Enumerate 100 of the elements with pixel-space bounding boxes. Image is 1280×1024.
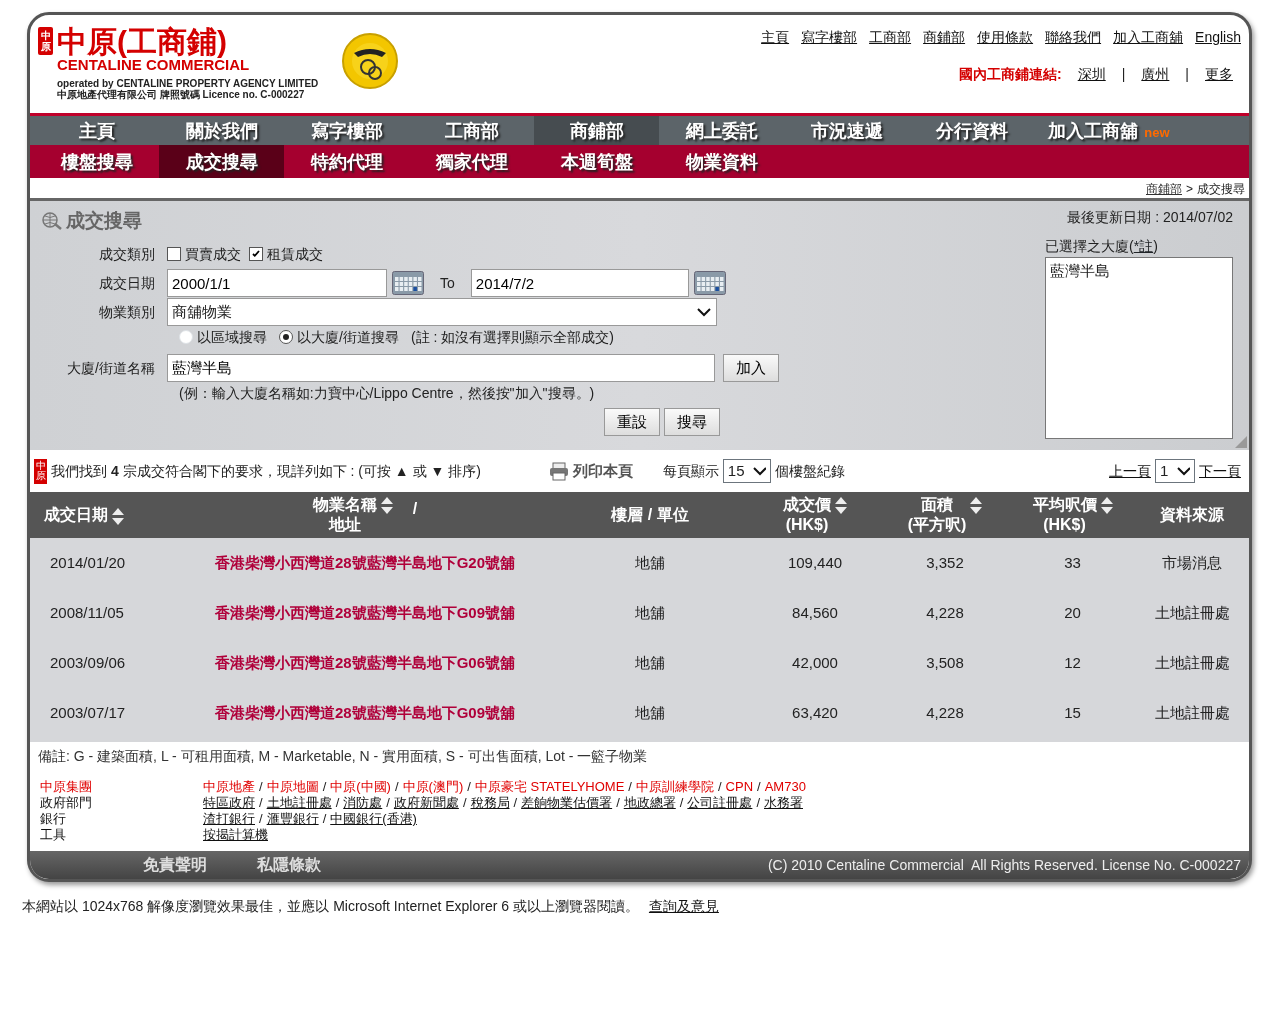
separator-text: / <box>467 779 471 795</box>
table-cell-text: 3,352 <box>925 552 965 573</box>
nav-tab[interactable]: 寫字樓部 <box>284 116 409 145</box>
separator-text: | <box>1185 65 1189 84</box>
separator-text: / <box>513 795 518 811</box>
mainland-link[interactable]: 更多 <box>1205 64 1233 85</box>
feedback-link[interactable]: 查詢及意見 <box>648 898 719 914</box>
search-button[interactable]: 搜尋 <box>664 407 720 436</box>
sort-icon[interactable] <box>970 497 983 514</box>
footer-link[interactable]: 滙豐銀行 <box>266 811 319 827</box>
subnav-tab[interactable]: 特約代理 <box>284 145 409 178</box>
footer-link[interactable]: 差餉物業估價署 <box>521 795 613 811</box>
nav-tab[interactable]: 商鋪部 <box>534 116 659 145</box>
chevron-down-icon <box>696 307 712 317</box>
sort-icon[interactable] <box>1100 497 1113 514</box>
footer-link[interactable]: 政府新聞處 <box>393 795 459 811</box>
prev-page-link[interactable]: 上一頁 <box>1109 460 1151 482</box>
footer-link[interactable]: 中國銀行(香港) <box>330 811 417 827</box>
top-link[interactable]: 加入工商舖 <box>1113 29 1184 45</box>
nav-tab[interactable]: 加入工商舖 new <box>1034 116 1184 145</box>
property-link[interactable]: 香港柴灣小西灣道28號藍灣半島地下G09號舖 <box>180 701 550 725</box>
radio-button[interactable] <box>279 330 293 344</box>
note-link[interactable]: *註 <box>1133 236 1154 257</box>
subnav-tab[interactable]: 樓盤搜尋 <box>34 145 159 178</box>
subnav-tab[interactable]: 獨家代理 <box>409 145 534 178</box>
footer-link[interactable]: 消防處 <box>343 795 383 811</box>
nav-tab[interactable]: 網上委託 <box>659 116 784 145</box>
sort-icon[interactable] <box>112 507 124 525</box>
separator-text: / <box>259 811 263 827</box>
column-header: 物業名稱 <box>312 497 377 513</box>
footer-link[interactable]: CPN <box>725 779 754 795</box>
selected-buildings-list[interactable]: 藍灣半島 <box>1045 257 1233 439</box>
page-select[interactable]: 1 <box>1155 458 1195 484</box>
breadcrumb-link[interactable]: 商鋪部 <box>1146 182 1182 196</box>
checkbox[interactable] <box>249 247 263 261</box>
footer-link[interactable]: 中原訓練學院 <box>636 779 714 795</box>
per-page-select[interactable]: 15 <box>722 458 771 484</box>
property-link[interactable]: 香港柴灣小西灣道28號藍灣半島地下G09號舖 <box>180 601 550 625</box>
column-header: 平均呎價 <box>1032 497 1097 513</box>
top-link[interactable]: 寫字樓部 <box>801 29 858 45</box>
table-cell-text: 地舖 <box>634 602 666 623</box>
sort-icon[interactable] <box>835 497 847 514</box>
calendar-icon[interactable] <box>392 271 424 295</box>
footer-bar-link[interactable]: 私隱條款 <box>257 853 321 877</box>
top-link[interactable]: 聯絡我們 <box>1045 29 1102 45</box>
subnav-tab[interactable]: 成交搜尋 <box>159 145 284 178</box>
footer-link[interactable]: 水務署 <box>764 795 803 811</box>
separator-text: / <box>259 779 263 795</box>
mainland-link[interactable]: 深圳 <box>1077 64 1106 85</box>
checkbox[interactable] <box>167 247 181 261</box>
footer-link[interactable]: 公司註冊處 <box>687 795 753 811</box>
property-link[interactable]: 香港柴灣小西灣道28號藍灣半島地下G06號舖 <box>180 651 550 675</box>
table-cell-text: 地舖 <box>634 552 666 573</box>
property-type-select[interactable]: 商舖物業 <box>167 298 717 326</box>
footer-bar-link[interactable]: 免責聲明 <box>143 853 207 877</box>
footer-link[interactable]: 稅務局 <box>470 795 510 811</box>
nav-tab[interactable]: 市況速遞 <box>784 116 909 145</box>
reset-button[interactable]: 重設 <box>604 407 660 436</box>
date-field[interactable]: 2014/7/2 <box>470 269 689 297</box>
resize-grip-icon[interactable] <box>1235 436 1247 448</box>
sort-icon[interactable] <box>380 497 393 514</box>
calendar-icon[interactable] <box>693 271 726 295</box>
checkbox-label: 租賃成交 <box>267 244 323 264</box>
building-field[interactable]: 藍灣半島 <box>167 354 715 382</box>
subnav-tab[interactable]: 物業資料 <box>659 145 784 178</box>
footer-link[interactable]: 中原地圖 <box>266 779 319 795</box>
mainland-link[interactable]: 廣州 <box>1141 64 1170 85</box>
nav-tab[interactable]: 分行資料 <box>909 116 1034 145</box>
top-link[interactable]: English <box>1195 29 1241 45</box>
list-option[interactable]: 藍灣半島 <box>1050 260 1228 283</box>
nav-tab[interactable]: 主頁 <box>34 116 159 145</box>
date-field[interactable]: 2000/1/1 <box>167 269 387 297</box>
note-text: 備註: G - 建築面積, L - 可租用面積, M - Marketable, N - 實用面積, S - 可出售面積, Lot - 一籃子物業 <box>37 747 649 766</box>
table-cell-text: 4,228 <box>925 602 965 623</box>
footer-link[interactable]: 中原(澳門) <box>402 779 464 795</box>
nav-tab[interactable]: 工商部 <box>409 116 534 145</box>
footer-link[interactable]: 中原(中國) <box>330 779 391 795</box>
footer-link[interactable]: 地政總署 <box>623 795 676 811</box>
print-button[interactable]: 列印本頁 <box>542 458 639 484</box>
separator-text: / <box>679 795 684 811</box>
column-header: (HK$) <box>1043 517 1086 533</box>
radio-label: 以區域搜尋 <box>197 327 267 347</box>
emblem-icon <box>342 31 401 91</box>
footer-link[interactable]: AM730 <box>764 779 806 795</box>
nav-tab[interactable]: 關於我們 <box>159 116 284 145</box>
footer-link[interactable]: 特區政府 <box>203 795 255 811</box>
top-link[interactable]: 主頁 <box>761 29 790 45</box>
property-link[interactable]: 香港柴灣小西灣道28號藍灣半島地下G20號舖 <box>180 551 550 575</box>
subnav-tab[interactable]: 本週筍盤 <box>534 145 659 178</box>
footer-link[interactable]: 中原地產 <box>203 779 255 795</box>
footer-link[interactable]: 渣打銀行 <box>203 811 255 827</box>
footer-link[interactable]: 中原豪宅 STATELYHOME <box>474 779 625 795</box>
footer-link[interactable]: 按揭計算機 <box>203 827 268 843</box>
top-link[interactable]: 使用條款 <box>977 29 1034 45</box>
next-page-link[interactable]: 下一頁 <box>1199 460 1241 482</box>
top-link[interactable]: 商鋪部 <box>923 29 966 45</box>
top-link[interactable]: 工商部 <box>869 29 912 45</box>
add-button[interactable]: 加入 <box>723 353 779 383</box>
footer-link[interactable]: 土地註冊處 <box>266 795 332 811</box>
new-label: new <box>1144 125 1170 140</box>
